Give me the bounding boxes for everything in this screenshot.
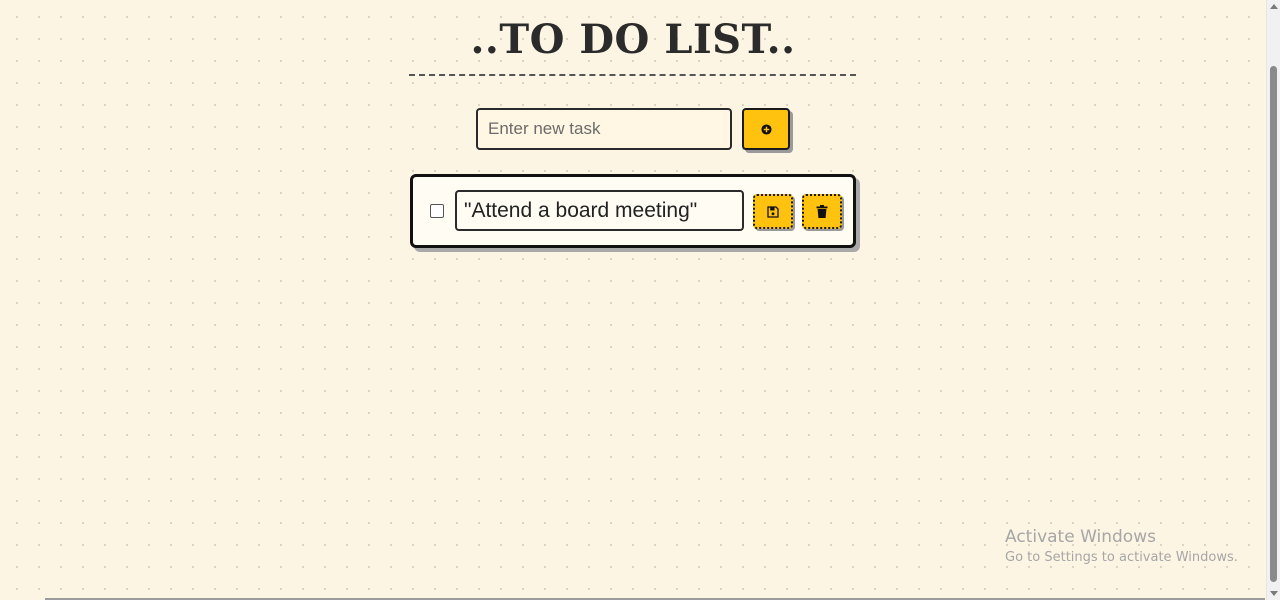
task-text-input[interactable] [455, 190, 744, 231]
new-task-input[interactable] [476, 108, 732, 150]
floppy-disk-icon [767, 205, 779, 218]
title-divider [409, 74, 856, 76]
trash-icon [816, 205, 828, 218]
watermark-subtitle: Go to Settings to activate Windows. [1005, 550, 1238, 565]
scroll-up-arrow-icon[interactable] [1270, 4, 1278, 9]
vertical-scrollbar[interactable] [1266, 0, 1280, 600]
delete-task-button[interactable] [802, 194, 842, 229]
task-complete-checkbox[interactable] [430, 204, 444, 218]
page-title: ..TO DO LIST.. [470, 16, 796, 63]
windows-activation-watermark: Activate Windows Go to Settings to activ… [1005, 526, 1238, 568]
scrollbar-thumb[interactable] [1270, 66, 1277, 582]
watermark-title: Activate Windows [1005, 527, 1156, 547]
add-task-button[interactable] [742, 108, 790, 150]
task-item [410, 174, 856, 248]
save-task-button[interactable] [753, 194, 793, 229]
plus-circle-icon [760, 123, 772, 135]
scroll-down-arrow-icon[interactable] [1270, 591, 1278, 596]
